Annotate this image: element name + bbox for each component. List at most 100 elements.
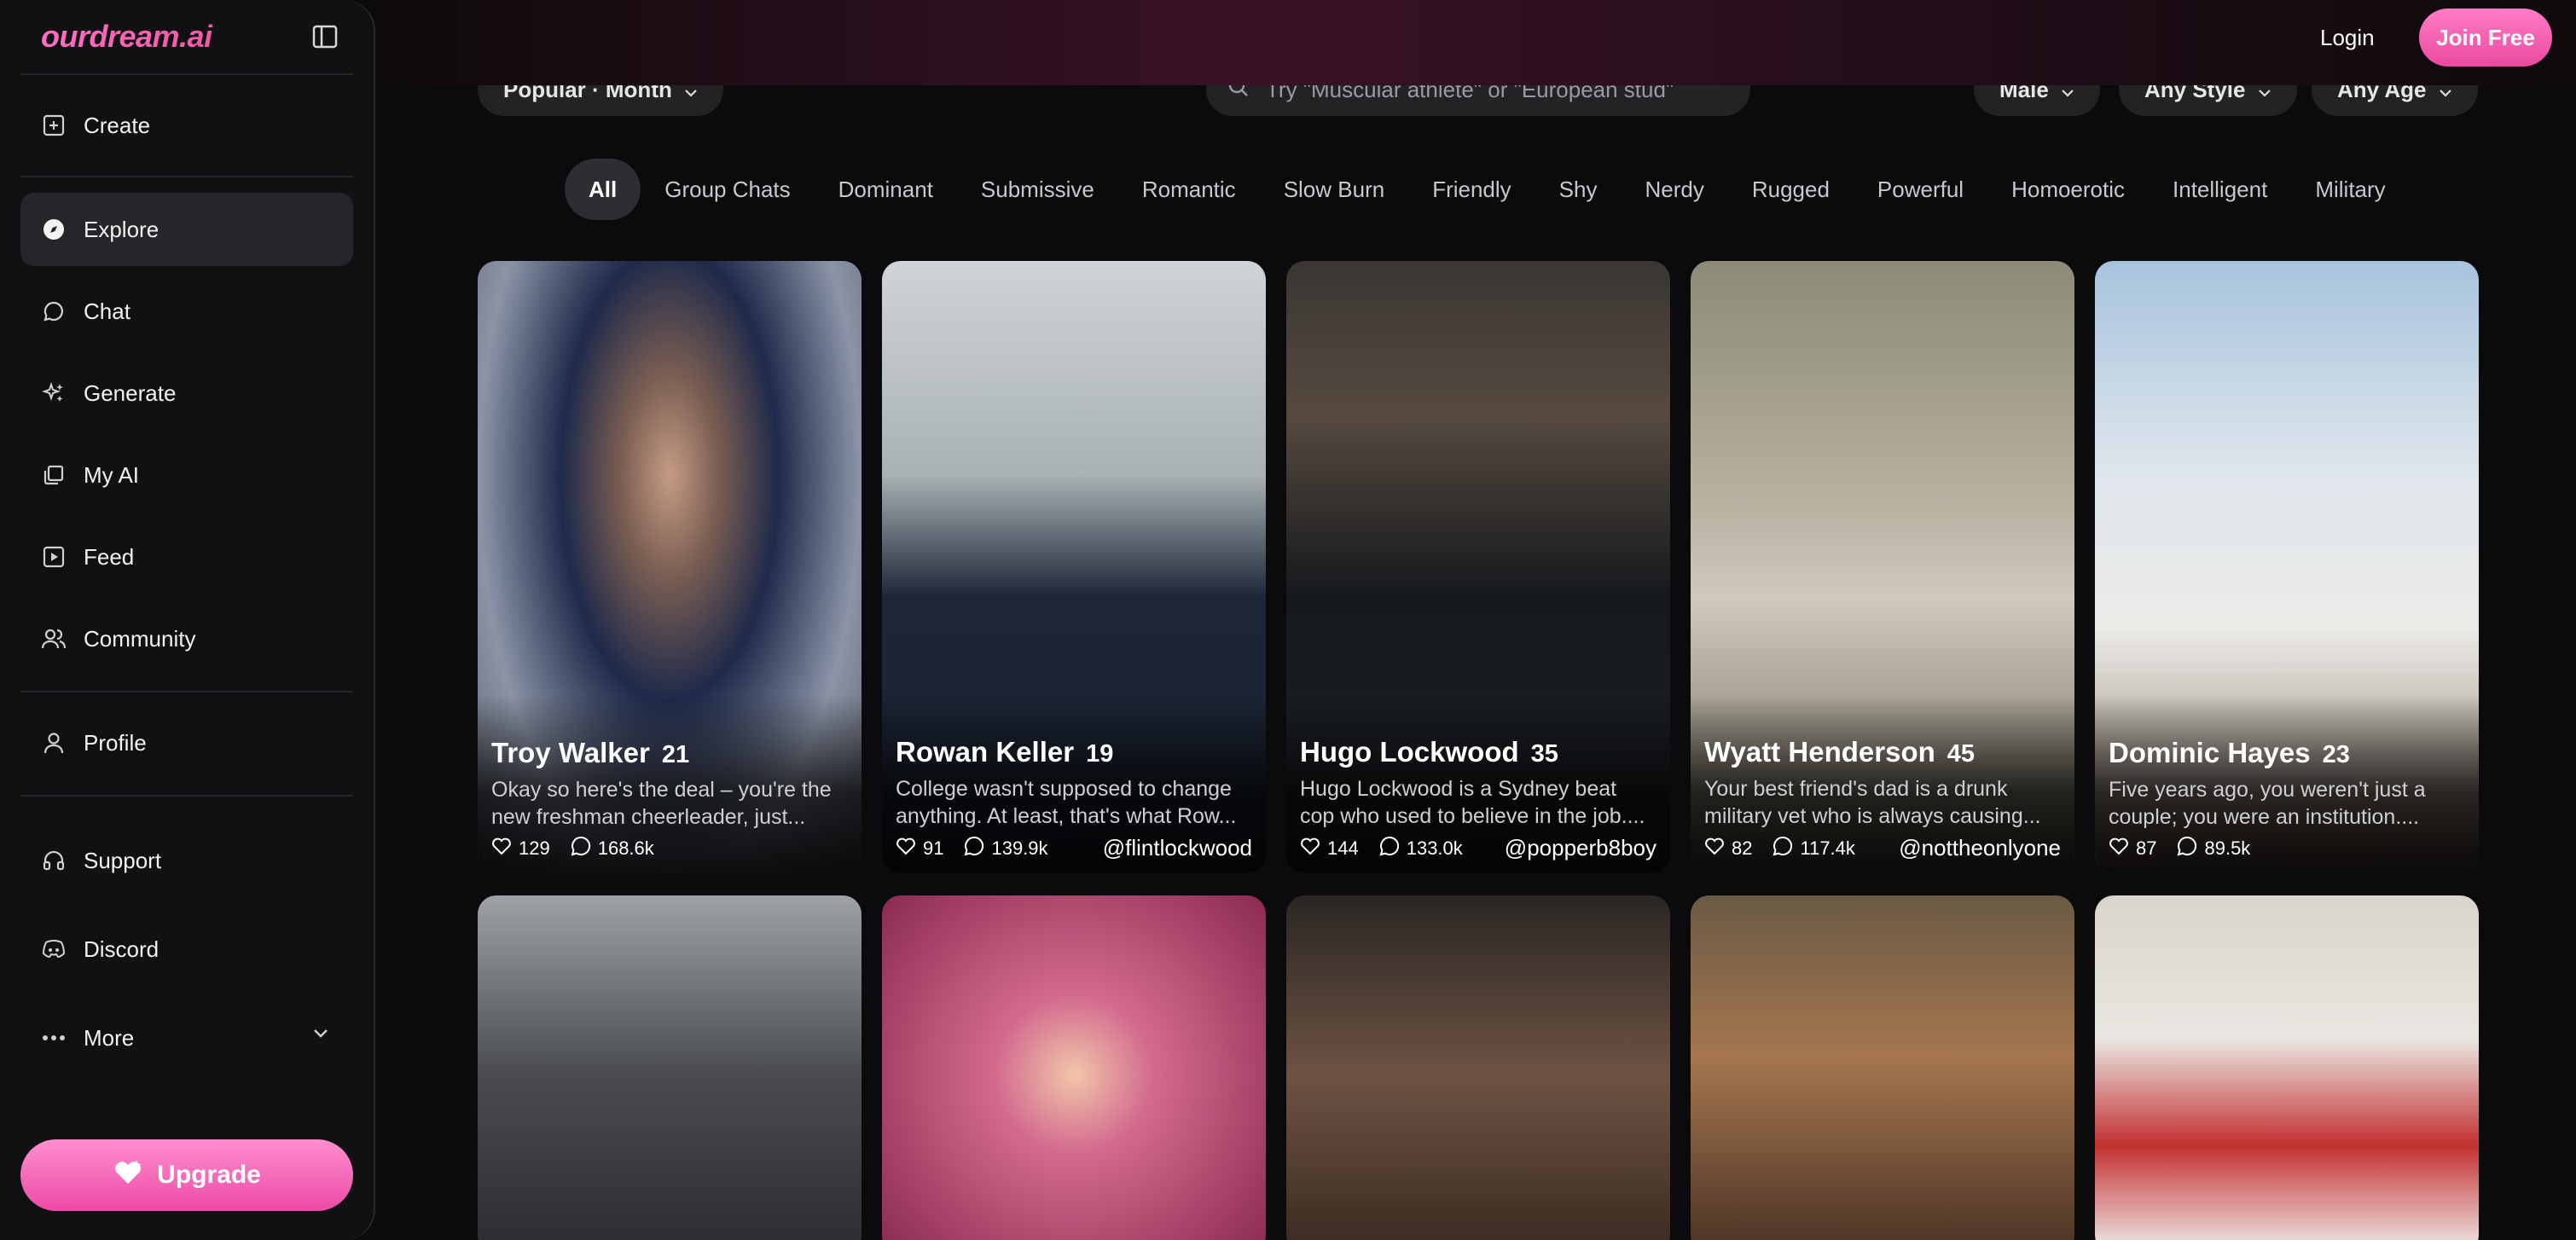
like-count: 144 bbox=[1327, 837, 1359, 859]
sidebar-toggle-icon[interactable] bbox=[310, 22, 339, 51]
tag-powerful[interactable]: Powerful bbox=[1854, 159, 1987, 220]
character-age: 21 bbox=[661, 741, 690, 768]
headset-icon bbox=[41, 848, 67, 873]
sidebar-item-label: Feed bbox=[84, 543, 135, 570]
tag-rugged[interactable]: Rugged bbox=[1728, 159, 1854, 220]
heart-icon bbox=[491, 837, 512, 860]
tag-friendly[interactable]: Friendly bbox=[1408, 159, 1535, 220]
sidebar-item-label: Discord bbox=[84, 936, 160, 962]
chat-bubble-icon bbox=[964, 836, 984, 861]
creator-handle[interactable]: @nottheonlyone bbox=[1899, 835, 2061, 861]
tag-submissive[interactable]: Submissive bbox=[957, 159, 1118, 220]
character-card[interactable]: Troy Walker 21 Okay so here's the deal – … bbox=[478, 261, 862, 873]
character-image bbox=[1691, 895, 2074, 1240]
card-stats: 91 139.9k @flintlockwood bbox=[896, 835, 1252, 861]
chevron-down-icon bbox=[312, 1027, 329, 1043]
character-card[interactable] bbox=[2095, 895, 2479, 1240]
tag-homoerotic[interactable]: Homoerotic bbox=[1987, 159, 2149, 220]
character-description: Hugo Lockwood is a Sydney beat cop who u… bbox=[1300, 777, 1645, 828]
heart-icon bbox=[1300, 837, 1320, 860]
sidebar-item-community[interactable]: Community bbox=[20, 602, 353, 675]
sidebar-item-create[interactable]: Create bbox=[20, 89, 353, 162]
chat-bubble-icon bbox=[1772, 836, 1793, 861]
character-card[interactable] bbox=[478, 895, 862, 1240]
tag-all[interactable]: All bbox=[565, 159, 641, 220]
character-name: Troy Walker bbox=[491, 737, 650, 768]
character-age: 23 bbox=[2322, 741, 2350, 768]
character-card[interactable] bbox=[1691, 895, 2074, 1240]
upgrade-button[interactable]: Upgrade bbox=[20, 1139, 353, 1211]
character-description: Okay so here's the deal – you're the new… bbox=[491, 778, 832, 829]
sidebar-item-explore[interactable]: Explore bbox=[20, 193, 353, 266]
sidebar-item-my-ai[interactable]: My AI bbox=[20, 438, 353, 512]
play-square-icon bbox=[41, 544, 67, 570]
stack-icon bbox=[41, 462, 67, 488]
brand-logo[interactable]: ourdream.ai bbox=[41, 19, 212, 55]
like-count: 129 bbox=[519, 837, 550, 859]
chat-bubble-icon bbox=[571, 836, 591, 861]
character-name: Hugo Lockwood bbox=[1300, 736, 1519, 768]
sidebar-item-chat[interactable]: Chat bbox=[20, 275, 353, 348]
sparkles-icon bbox=[41, 380, 67, 406]
join-free-button[interactable]: Join Free bbox=[2419, 9, 2552, 67]
card-stats: 129 168.6k bbox=[491, 836, 848, 861]
like-count: 82 bbox=[1732, 837, 1753, 859]
character-card[interactable]: Hugo Lockwood 35 Hugo Lockwood is a Sydne… bbox=[1286, 261, 1670, 873]
chat-count: 168.6k bbox=[597, 837, 654, 859]
sidebar-item-generate[interactable]: Generate bbox=[20, 356, 353, 430]
chat-bubble-icon bbox=[1379, 836, 1400, 861]
heart-icon bbox=[2109, 837, 2129, 860]
character-age: 19 bbox=[1086, 740, 1114, 768]
character-image bbox=[1286, 895, 1670, 1240]
sidebar-item-label: Generate bbox=[84, 380, 177, 406]
card-info: Rowan Keller 19 College wasn't supposed t… bbox=[896, 736, 1252, 861]
tag-dominant[interactable]: Dominant bbox=[815, 159, 957, 220]
character-description: College wasn't supposed to change anythi… bbox=[896, 777, 1237, 828]
sidebar-item-label: Chat bbox=[84, 298, 131, 324]
divider bbox=[20, 176, 353, 177]
more-dots-icon bbox=[41, 1025, 67, 1051]
character-card[interactable]: Dominic Hayes 23 Five years ago, you were… bbox=[2095, 261, 2479, 873]
character-name: Dominic Hayes bbox=[2109, 737, 2311, 768]
sidebar-item-profile[interactable]: Profile bbox=[20, 706, 353, 779]
sidebar-item-label: Explore bbox=[84, 216, 160, 242]
tag-nerdy[interactable]: Nerdy bbox=[1621, 159, 1727, 220]
character-card[interactable]: Rowan Keller 19 College wasn't supposed t… bbox=[882, 261, 1266, 873]
character-card[interactable] bbox=[1286, 895, 1670, 1240]
tag-military[interactable]: Military bbox=[2291, 159, 2409, 220]
sidebar: ourdream.ai Create Explore Chat Generate… bbox=[0, 0, 375, 1240]
tag-romantic[interactable]: Romantic bbox=[1118, 159, 1260, 220]
character-description: Your best friend's dad is a drunk milita… bbox=[1704, 777, 2041, 828]
character-age: 35 bbox=[1530, 740, 1558, 768]
sidebar-item-label: More bbox=[84, 1024, 135, 1051]
card-stats: 144 133.0k @popperb8boy bbox=[1300, 835, 1656, 861]
like-count: 91 bbox=[923, 837, 944, 859]
character-card[interactable]: Wyatt Henderson 45 Your best friend's dad… bbox=[1691, 261, 2074, 873]
creator-handle[interactable]: @popperb8boy bbox=[1505, 835, 1656, 861]
card-info: Troy Walker 21 Okay so here's the deal – … bbox=[491, 737, 848, 861]
character-name: Rowan Keller bbox=[896, 736, 1075, 768]
character-description: Five years ago, you weren't just a coupl… bbox=[2109, 778, 2426, 829]
chat-count: 89.5k bbox=[2204, 837, 2251, 859]
tag-filter-bar: All Group Chats Dominant Submissive Roma… bbox=[565, 159, 2410, 220]
character-card[interactable] bbox=[882, 895, 1266, 1240]
sidebar-item-feed[interactable]: Feed bbox=[20, 520, 353, 594]
card-stats: 82 117.4k @nottheonlyone bbox=[1704, 835, 2061, 861]
tag-group-chats[interactable]: Group Chats bbox=[641, 159, 814, 220]
sidebar-item-more[interactable]: More bbox=[20, 1001, 353, 1075]
sidebar-item-label: Support bbox=[84, 847, 162, 873]
chat-count: 133.0k bbox=[1406, 837, 1463, 859]
character-image bbox=[478, 895, 862, 1240]
creator-handle[interactable]: @flintlockwood bbox=[1103, 835, 1252, 861]
tag-intelligent[interactable]: Intelligent bbox=[2149, 159, 2291, 220]
upgrade-label: Upgrade bbox=[157, 1161, 261, 1189]
character-image bbox=[2095, 895, 2479, 1240]
card-info: Wyatt Henderson 45 Your best friend's dad… bbox=[1704, 736, 2061, 861]
discord-icon bbox=[41, 936, 67, 962]
login-button[interactable]: Login bbox=[2320, 20, 2375, 55]
tag-slow-burn[interactable]: Slow Burn bbox=[1260, 159, 1409, 220]
sidebar-item-support[interactable]: Support bbox=[20, 824, 353, 897]
plus-square-icon bbox=[41, 113, 67, 138]
sidebar-item-discord[interactable]: Discord bbox=[20, 913, 353, 986]
tag-shy[interactable]: Shy bbox=[1535, 159, 1622, 220]
